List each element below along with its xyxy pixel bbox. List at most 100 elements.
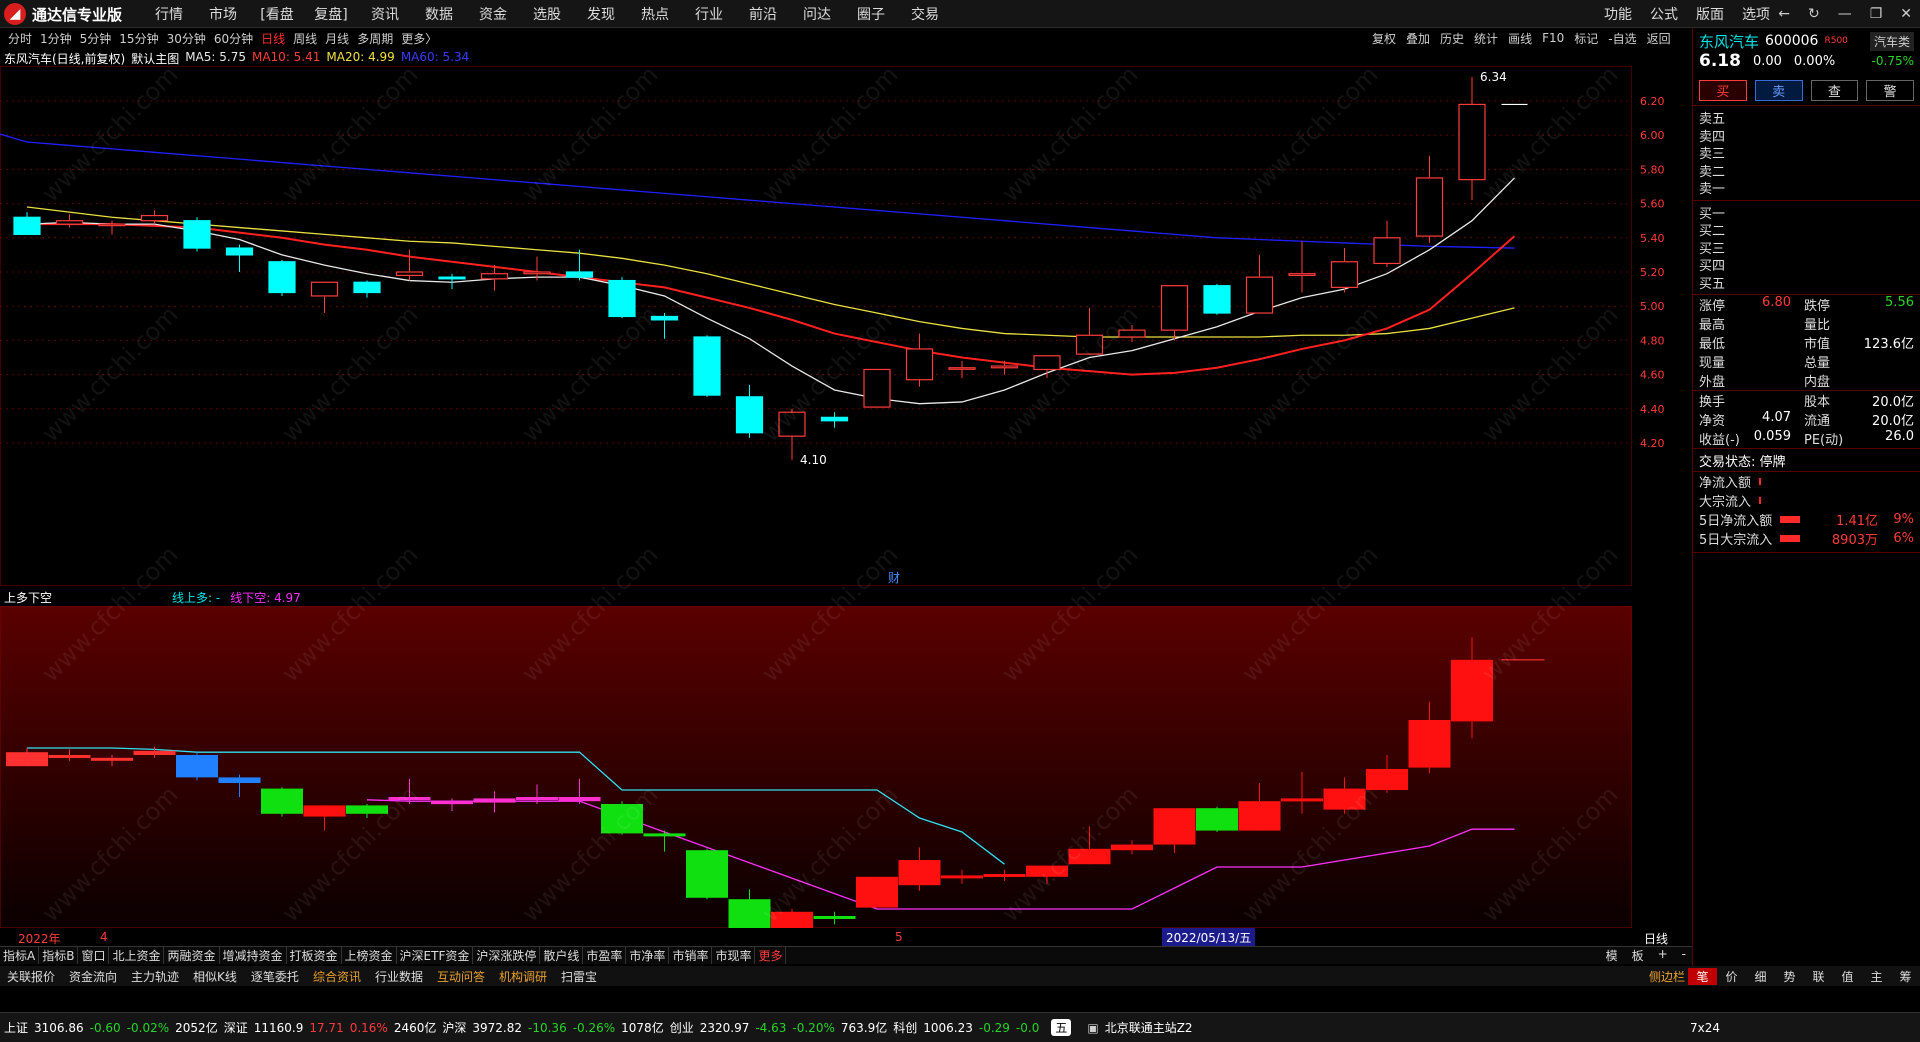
period-2[interactable]: 5分钟	[80, 30, 112, 47]
panel-tab-3[interactable]: 势	[1775, 968, 1804, 985]
info-tab-2[interactable]: 主力轨迹	[124, 968, 186, 985]
tab-control-3[interactable]: -	[1679, 947, 1689, 964]
index-field[interactable]: 上证	[4, 1019, 28, 1036]
tab-control-1[interactable]: 板	[1629, 947, 1647, 964]
indicator-tab-0[interactable]: 指标A	[0, 947, 40, 964]
query-button[interactable]: 查	[1810, 80, 1859, 101]
right-menu-item-1[interactable]: 公式	[1650, 4, 1678, 24]
right-menu-item-3[interactable]: 选项	[1742, 4, 1770, 24]
menu-item-13[interactable]: 圈子	[844, 4, 898, 24]
refresh-icon[interactable]: ↻	[1808, 6, 1820, 22]
index-field[interactable]: 深证	[224, 1019, 248, 1036]
indicator-tab-5[interactable]: 增减持资金	[220, 947, 287, 964]
index-field[interactable]: 创业	[670, 1019, 694, 1036]
menu-item-7[interactable]: 选股	[520, 4, 574, 24]
menu-item-9[interactable]: 热点	[628, 4, 682, 24]
sub-indicator-name[interactable]: 上多下空	[4, 589, 52, 606]
tab-control-2[interactable]: +	[1655, 947, 1671, 964]
close-icon[interactable]: ✕	[1900, 6, 1912, 22]
period-8[interactable]: 月线	[325, 30, 349, 47]
index-field[interactable]: 科创	[893, 1019, 917, 1036]
panel-tab-6[interactable]: 主	[1862, 968, 1891, 985]
indicator-tab-9[interactable]: 沪深涨跌停	[473, 947, 541, 964]
right-menu-item-2[interactable]: 版面	[1696, 4, 1724, 24]
tab-control-0[interactable]: 模	[1603, 947, 1621, 964]
toolbar-item-8[interactable]: 返回	[1647, 30, 1671, 47]
back-icon[interactable]: ←	[1778, 6, 1790, 22]
panel-tab-1[interactable]: 价	[1717, 968, 1746, 985]
menu-item-1[interactable]: 市场	[196, 4, 250, 24]
server-name[interactable]: 北京联通主站Z2	[1105, 1019, 1193, 1036]
toolbar-item-6[interactable]: 标记	[1574, 30, 1598, 47]
toolbar-item-4[interactable]: 画线	[1508, 30, 1532, 47]
indicator-tab-14[interactable]: 市现率	[712, 947, 756, 964]
info-tab-6[interactable]: 行业数据	[368, 968, 430, 985]
menu-item-11[interactable]: 前沿	[736, 4, 790, 24]
finance-marker[interactable]: 财	[888, 571, 900, 585]
main-kline-chart[interactable]: 6.34 4.10 财	[0, 66, 1632, 586]
menu-item-6[interactable]: 资金	[466, 4, 520, 24]
info-tab-5[interactable]: 综合资讯	[306, 968, 368, 985]
period-7[interactable]: 周线	[293, 30, 317, 47]
period-5[interactable]: 60分钟	[214, 30, 253, 47]
sector-tag[interactable]: 汽车类	[1869, 31, 1914, 51]
template-label[interactable]: 默认主图	[131, 50, 179, 66]
period-3[interactable]: 15分钟	[119, 30, 158, 47]
indicator-tab-2[interactable]: 窗口	[78, 947, 110, 964]
toolbar-item-5[interactable]: F10	[1542, 31, 1564, 45]
indicator-tab-8[interactable]: 沪深ETF资金	[397, 947, 474, 964]
period-1[interactable]: 1分钟	[40, 30, 72, 47]
period-10[interactable]: 更多〉	[401, 30, 437, 47]
menu-item-4[interactable]: 资讯	[358, 4, 412, 24]
toolbar-item-0[interactable]: 复权	[1372, 30, 1396, 47]
ime-indicator[interactable]: 五	[1051, 1019, 1072, 1036]
indicator-tab-11[interactable]: 市盈率	[583, 947, 627, 964]
period-4[interactable]: 30分钟	[167, 30, 206, 47]
panel-tab-2[interactable]: 细	[1746, 968, 1775, 985]
toolbar-item-3[interactable]: 统计	[1474, 30, 1498, 47]
indicator-tab-10[interactable]: 散户线	[540, 947, 584, 964]
indicator-tab-12[interactable]: 市净率	[626, 947, 670, 964]
sell-button[interactable]: 卖	[1754, 80, 1803, 101]
alert-button[interactable]: 警	[1866, 80, 1914, 101]
panel-tab-5[interactable]: 值	[1833, 968, 1862, 985]
menu-item-5[interactable]: 数据	[412, 4, 466, 24]
sub-indicator-chart[interactable]: 6.506.256.005.755.505.255.004.754.505.93	[0, 606, 1632, 928]
info-tab-9[interactable]: 扫雷宝	[554, 968, 604, 985]
indicator-tab-13[interactable]: 市销率	[669, 947, 713, 964]
menu-item-2[interactable]: [看盘	[250, 4, 304, 24]
period-0[interactable]: 分时	[8, 30, 32, 47]
menu-item-14[interactable]: 交易	[898, 4, 952, 24]
toolbar-item-1[interactable]: 叠加	[1406, 30, 1430, 47]
info-tab-1[interactable]: 资金流向	[62, 968, 124, 985]
panel-tab-0[interactable]: 笔	[1688, 967, 1717, 985]
right-menu-item-0[interactable]: 功能	[1604, 4, 1632, 24]
panel-tab-7[interactable]: 筹	[1891, 968, 1920, 985]
toolbar-item-7[interactable]: -自选	[1608, 30, 1636, 47]
menu-item-10[interactable]: 行业	[682, 4, 736, 24]
info-tab-0[interactable]: 关联报价	[0, 968, 62, 985]
menu-item-3[interactable]: 复盘]	[304, 4, 358, 24]
info-tab-8[interactable]: 机构调研	[492, 968, 554, 985]
indicator-tab-3[interactable]: 北上资金	[109, 947, 165, 964]
period-6[interactable]: 日线	[261, 30, 285, 47]
index-field[interactable]: 沪深	[442, 1019, 466, 1036]
indicator-tab-4[interactable]: 两融资金	[164, 947, 220, 964]
indicator-tab-6[interactable]: 打板资金	[287, 947, 342, 964]
indicator-tab-15[interactable]: 更多	[755, 947, 787, 964]
info-tab-4[interactable]: 逐笔委托	[244, 968, 306, 985]
info-tab-7[interactable]: 互动问答	[430, 968, 492, 985]
menu-item-12[interactable]: 问达	[790, 4, 844, 24]
indicator-tab-1[interactable]: 指标B	[39, 947, 79, 964]
toolbar-item-2[interactable]: 历史	[1440, 30, 1464, 47]
restore-icon[interactable]: ❐	[1870, 6, 1883, 22]
menu-item-8[interactable]: 发现	[574, 4, 628, 24]
sidebar-toggle[interactable]: 侧边栏	[1642, 968, 1692, 985]
period-9[interactable]: 多周期	[357, 30, 393, 47]
panel-tab-4[interactable]: 联	[1804, 968, 1833, 985]
info-tab-3[interactable]: 相似K线	[186, 968, 244, 985]
indicator-tab-7[interactable]: 上榜资金	[342, 947, 397, 964]
menu-item-0[interactable]: 行情	[142, 4, 196, 24]
buy-button[interactable]: 买	[1699, 80, 1747, 101]
minimize-icon[interactable]: —	[1838, 6, 1852, 22]
